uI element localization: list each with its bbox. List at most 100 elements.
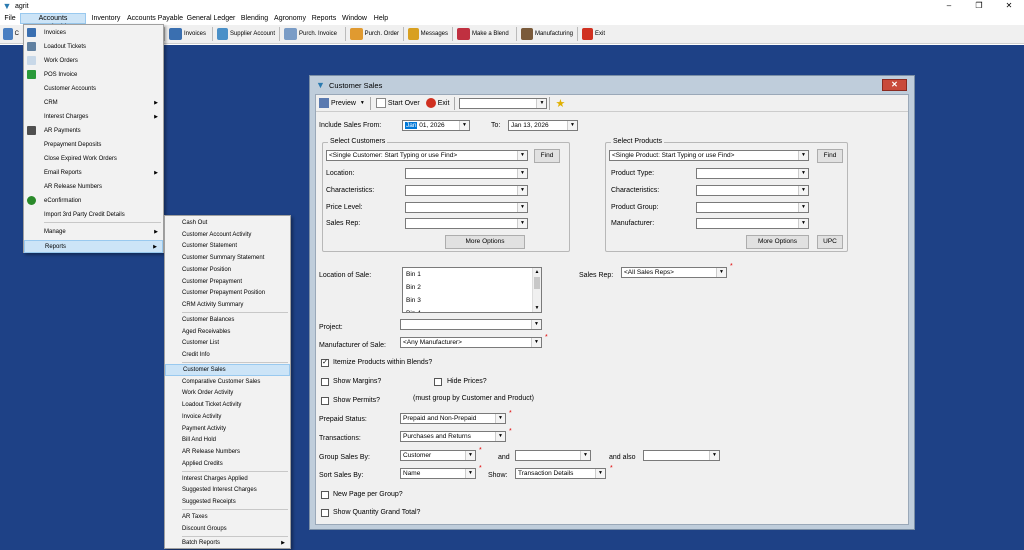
reports-menu-applied-credits[interactable]: Applied Credits (165, 458, 290, 470)
ar-menu-crm[interactable]: CRM ▶ (24, 96, 163, 109)
ar-menu-import-3rd-party-credit-details[interactable]: Import 3rd Party Credit Details (24, 208, 163, 221)
to-date-picker[interactable]: Jan 13, 2026 ▼ (508, 120, 578, 131)
reports-menu-customer-account-activity[interactable]: Customer Account Activity (165, 229, 290, 241)
customer-characteristics-select[interactable]: ▼ (405, 185, 528, 196)
price-level-select[interactable]: ▼ (405, 202, 528, 213)
saved-reports-select[interactable]: ▼ (459, 97, 548, 109)
menu-blending[interactable]: Blending (238, 13, 271, 24)
list-scrollbar[interactable]: ▲ ▼ (532, 268, 541, 312)
transactions-select[interactable]: Purchases and Returns ▼ (400, 431, 506, 442)
ar-menu-customer-accounts[interactable]: Customer Accounts (24, 82, 163, 95)
reports-menu-cash-out[interactable]: Cash Out (165, 217, 290, 229)
menu-file[interactable]: File (0, 13, 20, 24)
reports-menu-batch-reports[interactable]: Batch Reports ▶ (165, 538, 290, 550)
customer-search-combo[interactable]: <Single Customer: Start Typing or use Fi… (326, 150, 528, 161)
ar-menu-pos-invoice[interactable]: POS Invoice (24, 68, 163, 81)
reports-menu-customer-position[interactable]: Customer Position (165, 264, 290, 276)
manufacturer-select[interactable]: ▼ (696, 218, 809, 229)
preview-button[interactable]: Preview ▼ (316, 96, 368, 111)
show-quantity-grand-total-checkbox[interactable] (321, 509, 329, 517)
minimize-button[interactable]: – (934, 0, 964, 12)
prepaid-status-select[interactable]: Prepaid and Non-Prepaid ▼ (400, 413, 506, 424)
reports-menu-crm-activity-summary[interactable]: CRM Activity Summary (165, 299, 290, 311)
reports-menu-customer-prepayment[interactable]: Customer Prepayment (165, 276, 290, 288)
reports-menu-customer-prepayment-position[interactable]: Customer Prepayment Position (165, 288, 290, 300)
restore-button[interactable]: ❐ (964, 0, 994, 12)
location-select[interactable]: ▼ (405, 168, 528, 179)
toolbar-invoices-button[interactable]: Invoices (166, 26, 211, 42)
toolbar-c-button[interactable]: C (0, 26, 22, 42)
ar-menu-ar-release-numbers[interactable]: AR Release Numbers (24, 180, 163, 193)
ar-menu-reports[interactable]: Reports ▶ (24, 240, 163, 253)
customer-sales-rep-select[interactable]: ▼ (405, 218, 528, 229)
close-app-button[interactable]: ✕ (994, 0, 1024, 12)
location-list-item[interactable]: Bin 2 (403, 281, 541, 294)
group-sales-by-third-select[interactable]: ▼ (643, 450, 720, 461)
reports-menu-interest-charges-applied[interactable]: Interest Charges Applied (165, 473, 290, 485)
reports-menu-loadout-ticket-activity[interactable]: Loadout Ticket Activity (165, 399, 290, 411)
reports-menu-customer-summary-statement[interactable]: Customer Summary Statement (165, 252, 290, 264)
toolbar-supplier-account-button[interactable]: Supplier Account (214, 26, 278, 42)
reports-menu-bill-and-hold[interactable]: Bill And Hold (165, 435, 290, 447)
menu-accounts-receivable[interactable]: Accounts Receivable (20, 13, 86, 31)
reports-menu-customer-list[interactable]: Customer List (165, 338, 290, 350)
customer-more-options-button[interactable]: More Options (445, 235, 525, 249)
reports-menu-work-order-activity[interactable]: Work Order Activity (165, 388, 290, 400)
start-over-button[interactable]: Start Over (373, 96, 423, 111)
ar-menu-close-expired-work-orders[interactable]: Close Expired Work Orders (24, 152, 163, 165)
menu-reports[interactable]: Reports (309, 13, 339, 24)
from-date-picker[interactable]: Jan 01, 2026 ▼ (402, 120, 470, 131)
reports-menu-ar-release-numbers[interactable]: AR Release Numbers (165, 446, 290, 458)
reports-menu-customer-balances[interactable]: Customer Balances (165, 314, 290, 326)
location-list-item[interactable]: Bin 3 (403, 294, 541, 307)
ar-menu-email-reports[interactable]: Email Reports ▶ (24, 166, 163, 179)
ar-menu-interest-charges[interactable]: Interest Charges ▶ (24, 110, 163, 123)
product-type-select[interactable]: ▼ (696, 168, 809, 179)
toolbar-purch-order-button[interactable]: Purch. Order (347, 26, 402, 42)
itemize-checkbox[interactable]: ✓ (321, 359, 329, 367)
show-permits-checkbox[interactable] (321, 397, 329, 405)
window-close-button[interactable]: ✕ (882, 79, 907, 91)
upc-button[interactable]: UPC (817, 235, 843, 249)
reports-menu-customer-sales[interactable]: Customer Sales (165, 364, 290, 376)
menu-general-ledger[interactable]: General Ledger (184, 13, 238, 24)
project-select[interactable]: ▼ (400, 319, 542, 330)
favorite-star-icon[interactable]: ★ (555, 97, 565, 110)
menu-help[interactable]: Help (370, 13, 392, 24)
sort-sales-by-select[interactable]: Name ▼ (400, 468, 476, 479)
new-page-per-group-checkbox[interactable] (321, 491, 329, 499)
ar-menu-prepayment-deposits[interactable]: Prepayment Deposits (24, 138, 163, 151)
product-group-select[interactable]: ▼ (696, 202, 809, 213)
find-customer-button[interactable]: Find (534, 149, 560, 163)
menu-inventory[interactable]: Inventory (86, 13, 126, 24)
reports-menu-customer-statement[interactable]: Customer Statement (165, 241, 290, 253)
show-margins-checkbox[interactable] (321, 378, 329, 386)
reports-menu-suggested-interest-charges[interactable]: Suggested Interest Charges (165, 485, 290, 497)
reports-menu-comparative-customer-sales[interactable]: Comparative Customer Sales (165, 376, 290, 388)
scroll-thumb[interactable] (534, 277, 540, 289)
menu-agronomy[interactable]: Agronomy (271, 13, 309, 24)
ar-menu-manage[interactable]: Manage ▶ (24, 225, 163, 238)
ar-menu-work-orders[interactable]: Work Orders (24, 54, 163, 67)
toolbar-purch-invoice-button[interactable]: Purch. Invoice (281, 26, 344, 42)
scroll-up-icon[interactable]: ▲ (533, 268, 541, 276)
group-sales-by-select[interactable]: Customer ▼ (400, 450, 476, 461)
scroll-down-icon[interactable]: ▼ (533, 304, 541, 312)
toolbar-make-a-blend-button[interactable]: Make a Blend (454, 26, 515, 42)
sales-rep-main-select[interactable]: <All Sales Reps> ▼ (621, 267, 727, 278)
preview-dropdown-icon[interactable]: ▼ (360, 100, 365, 106)
group-sales-by-second-select[interactable]: ▼ (515, 450, 591, 461)
ar-menu-loadout-tickets[interactable]: Loadout Tickets (24, 40, 163, 53)
toolbar-manufacturing-button[interactable]: Manufacturing (518, 26, 576, 42)
location-list-item[interactable]: Bin 1 (403, 268, 541, 281)
hide-prices-checkbox[interactable] (434, 378, 442, 386)
toolbar-messages-button[interactable]: Messages (405, 26, 451, 42)
menu-accounts-payable[interactable]: Accounts Payable (126, 13, 184, 24)
reports-menu-invoice-activity[interactable]: Invoice Activity (165, 411, 290, 423)
ar-menu-econfirmation[interactable]: eConfirmation (24, 194, 163, 207)
ar-menu-ar-payments[interactable]: AR Payments (24, 124, 163, 137)
toolbar-exit-button[interactable]: Exit (579, 26, 608, 42)
reports-menu-ar-taxes[interactable]: AR Taxes (165, 511, 290, 523)
product-characteristics-select[interactable]: ▼ (696, 185, 809, 196)
reports-menu-payment-activity[interactable]: Payment Activity (165, 423, 290, 435)
